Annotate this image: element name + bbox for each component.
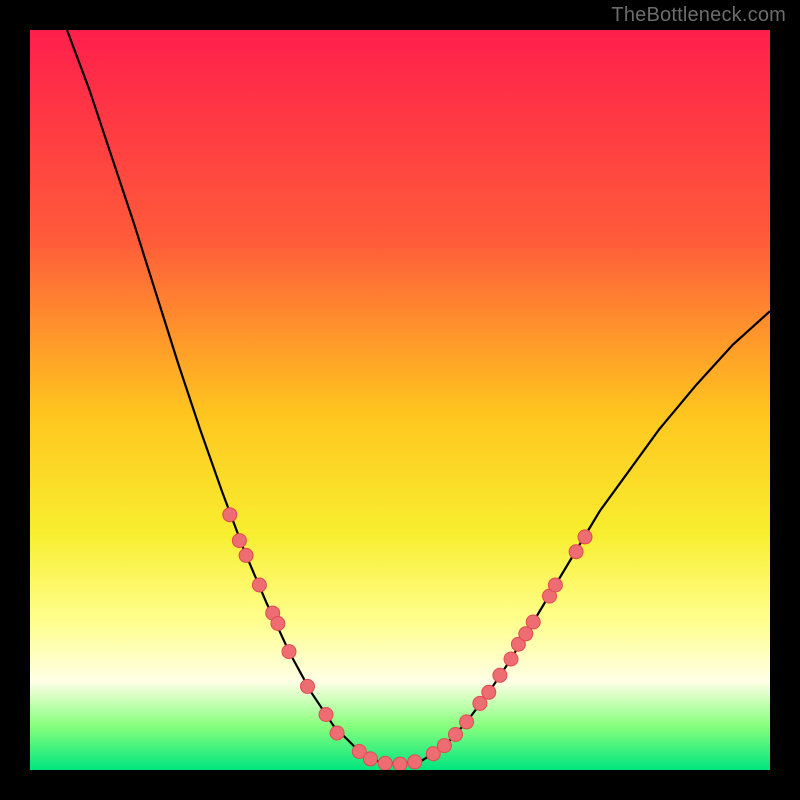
curve-marker: [408, 755, 422, 769]
curve-marker: [578, 530, 592, 544]
outer-frame: TheBottleneck.com: [0, 0, 800, 800]
gradient-background: [30, 30, 770, 770]
curve-marker: [548, 578, 562, 592]
curve-marker: [252, 578, 266, 592]
curve-marker: [319, 708, 333, 722]
curve-marker: [282, 645, 296, 659]
curve-marker: [330, 726, 344, 740]
curve-marker: [526, 615, 540, 629]
chart-plot-area: [30, 30, 770, 770]
curve-marker: [504, 652, 518, 666]
curve-marker: [378, 756, 392, 770]
curve-marker: [301, 679, 315, 693]
curve-marker: [223, 508, 237, 522]
curve-marker: [569, 545, 583, 559]
curve-marker: [449, 728, 463, 742]
curve-marker: [493, 668, 507, 682]
curve-marker: [393, 757, 407, 770]
curve-marker: [232, 534, 246, 548]
watermark-text: TheBottleneck.com: [611, 4, 786, 27]
chart-svg: [30, 30, 770, 770]
curve-marker: [239, 548, 253, 562]
curve-marker: [437, 739, 451, 753]
curve-marker: [271, 617, 285, 631]
curve-marker: [363, 752, 377, 766]
curve-marker: [482, 685, 496, 699]
curve-marker: [460, 715, 474, 729]
